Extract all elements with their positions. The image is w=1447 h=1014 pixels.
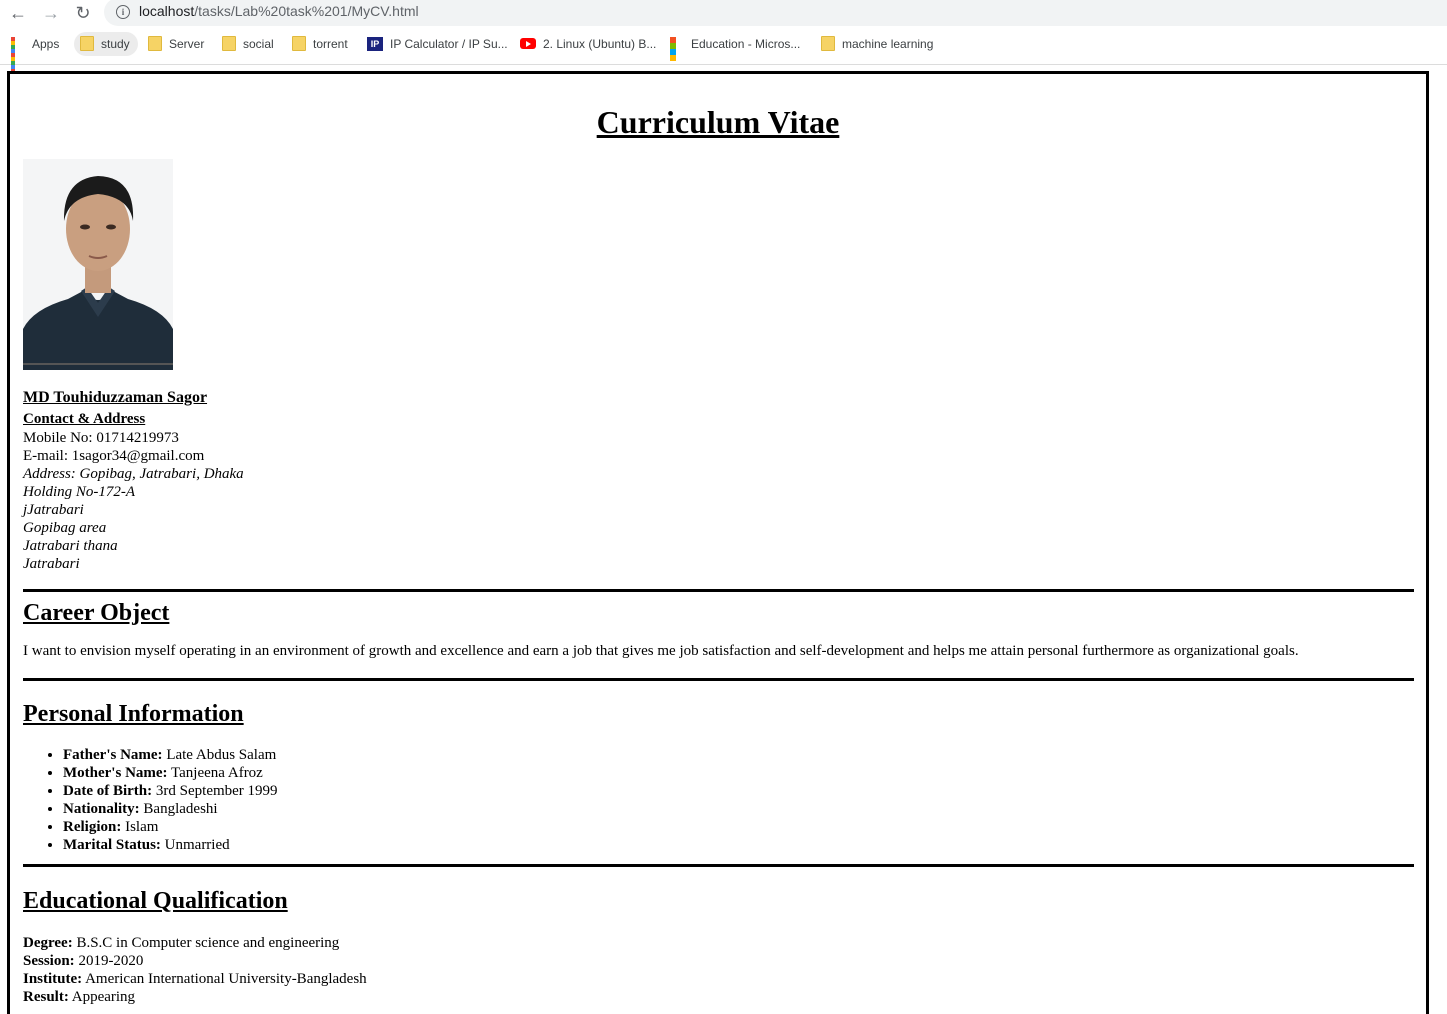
folder-icon <box>821 36 835 52</box>
address-line: Address: Gopibag, Jatrabari, Dhaka <box>23 466 244 482</box>
folder-icon <box>148 36 162 52</box>
bookmark-study[interactable]: study <box>74 32 138 56</box>
list-item: Nationality: Bangladeshi <box>63 800 278 818</box>
address-line: Gopibag area <box>23 520 107 536</box>
bookmark-social[interactable]: social <box>222 32 274 56</box>
youtube-icon <box>520 38 536 50</box>
bookmark-server[interactable]: Server <box>148 32 204 56</box>
career-text: I want to envision myself operating in a… <box>23 643 1299 659</box>
ip-icon: IP <box>367 36 383 51</box>
bookmark-apps[interactable]: Apps <box>11 32 59 73</box>
bookmark-torrent[interactable]: torrent <box>292 32 348 56</box>
education-row: Session: 2019-2020 <box>23 953 144 969</box>
list-item: Religion: Islam <box>63 818 278 836</box>
section-divider <box>23 589 1414 592</box>
apps-grid-icon <box>11 36 25 73</box>
career-heading: Career Object <box>23 600 170 626</box>
forward-button[interactable]: → <box>40 2 62 24</box>
folder-icon <box>80 36 94 52</box>
address-line: Holding No-172-A <box>23 484 136 500</box>
reload-button[interactable]: ↻ <box>72 2 94 24</box>
cv-page: Curriculum Vitae MD Touhiduzzaman Sagor … <box>7 71 1429 1014</box>
profile-photo <box>23 159 173 370</box>
bookmark-ip-calculator[interactable]: IP IP Calculator / IP Su... <box>367 32 508 56</box>
education-row: Degree: B.S.C in Computer science and en… <box>23 935 340 951</box>
education-row: Institute: American International Univer… <box>23 971 367 987</box>
bookmark-machine-learning[interactable]: machine learning <box>821 32 933 56</box>
email-address: E-mail: 1sagor34@gmail.com <box>23 448 205 464</box>
bookmark-linux-ubuntu[interactable]: 2. Linux (Ubuntu) B... <box>520 32 656 56</box>
mobile-number: Mobile No: 01714219973 <box>23 430 179 446</box>
bookmarks-bar: Apps study Server social torrent IP IP Ca… <box>0 32 1447 73</box>
address-row: ← → ↻ i localhost/tasks/Lab%20task%201/M… <box>0 0 1447 26</box>
contact-heading: Contact & Address <box>23 411 146 427</box>
url-text[interactable]: localhost/tasks/Lab%20task%201/MyCV.html <box>139 3 419 19</box>
personal-info-list: Father's Name: Late Abdus Salam Mother's… <box>23 746 278 854</box>
education-heading: Educational Qualification <box>23 888 288 914</box>
address-line: Jatrabari <box>23 556 80 572</box>
personal-heading: Personal Information <box>23 701 244 727</box>
list-item: Mother's Name: Tanjeena Afroz <box>63 764 278 782</box>
section-divider <box>23 678 1414 681</box>
list-item: Marital Status: Unmarried <box>63 836 278 854</box>
folder-icon <box>222 36 236 52</box>
bookmark-education-microsoft[interactable]: Education - Micros... <box>670 32 800 61</box>
section-divider <box>23 864 1414 867</box>
address-bar[interactable]: i localhost/tasks/Lab%20task%201/MyCV.ht… <box>104 0 1447 26</box>
education-row: Result: Appearing <box>23 989 136 1005</box>
education-details: Degree: B.S.C in Computer science and en… <box>23 934 367 1006</box>
list-item: Father's Name: Late Abdus Salam <box>63 746 278 764</box>
full-name: MD Touhiduzzaman Sagor <box>23 389 208 406</box>
browser-chrome: ← → ↻ i localhost/tasks/Lab%20task%201/M… <box>0 0 1447 73</box>
address-line: Jatrabari thana <box>23 538 118 554</box>
folder-icon <box>292 36 306 52</box>
address-line: jJatrabari <box>23 502 84 518</box>
back-button[interactable]: ← <box>7 2 29 24</box>
microsoft-icon <box>670 36 684 61</box>
list-item: Date of Birth: 3rd September 1999 <box>63 782 278 800</box>
page-title: Curriculum Vitae <box>596 104 840 140</box>
info-icon[interactable]: i <box>116 5 130 19</box>
